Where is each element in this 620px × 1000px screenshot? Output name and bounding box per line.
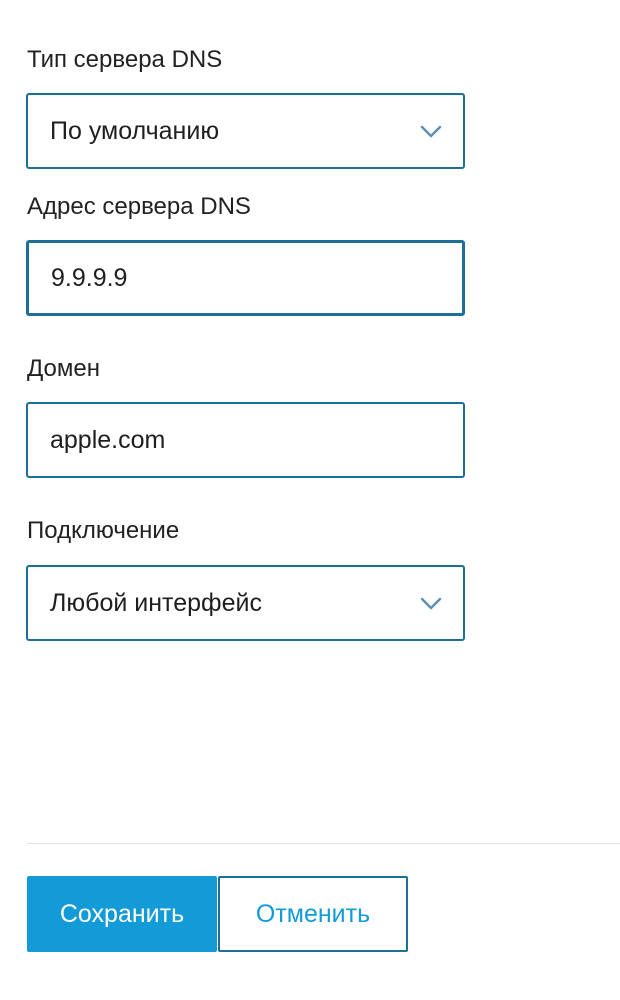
dns-address-input[interactable]: 9.9.9.9 <box>26 240 465 316</box>
chevron-down-icon <box>420 597 442 610</box>
dns-address-label: Адрес сервера DNS <box>27 193 251 220</box>
save-button[interactable]: Сохранить <box>27 876 217 952</box>
domain-input[interactable]: apple.com <box>26 402 465 478</box>
dns-type-value: По умолчанию <box>50 117 220 145</box>
domain-value: apple.com <box>50 426 166 454</box>
domain-label: Домен <box>27 355 100 382</box>
dns-type-select[interactable]: По умолчанию <box>26 93 465 169</box>
connection-value: Любой интерфейс <box>50 589 262 617</box>
dns-type-label: Тип сервера DNS <box>27 46 223 73</box>
connection-label: Подключение <box>27 517 180 544</box>
dns-address-value: 9.9.9.9 <box>51 264 128 292</box>
cancel-button[interactable]: Отменить <box>218 876 408 952</box>
chevron-down-icon <box>420 125 442 138</box>
footer-divider <box>27 843 620 844</box>
connection-select[interactable]: Любой интерфейс <box>26 565 465 641</box>
